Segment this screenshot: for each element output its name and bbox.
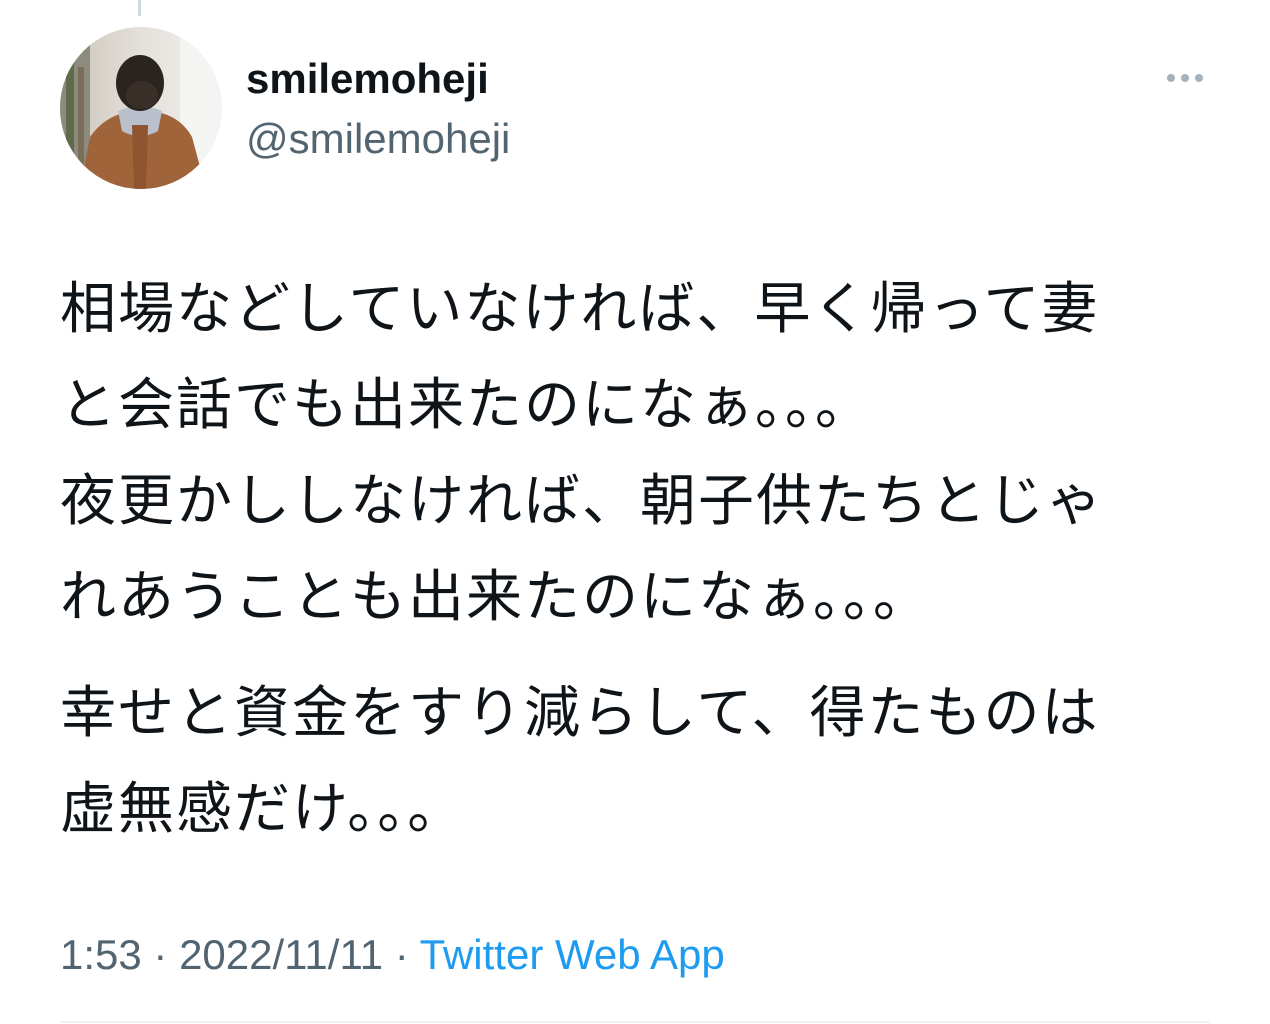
divider — [60, 1021, 1210, 1023]
tweet-source-link[interactable]: Twitter Web App — [420, 931, 725, 978]
profile-photo — [60, 27, 222, 189]
more-horizontal-icon — [1167, 74, 1203, 82]
tweet-metadata: 1:53 · 2022/11/11 · Twitter Web App — [60, 928, 725, 982]
meta-separator: · — [383, 931, 420, 978]
tweet-paragraph: 相場などしていなければ、早く帰って妻 と会話でも出来たのになぁ。。。 夜更かしし… — [60, 262, 1230, 646]
tweet-date[interactable]: 2022/11/11 — [179, 931, 383, 978]
tweet-line: 相場などしていなければ、早く帰って妻 — [60, 277, 1100, 342]
tweet-line: 幸せと資金をすり減らして、得たものは — [60, 681, 1100, 746]
tweet-paragraph: 幸せと資金をすり減らして、得たものは 虚無感だけ。。。 — [60, 666, 1230, 858]
tweet-line: と会話でも出来たのになぁ。。。 — [60, 373, 873, 438]
tweet-line: 夜更かししなければ、朝子供たちとじゃ — [60, 469, 1104, 534]
more-options-button[interactable] — [1158, 60, 1212, 96]
tweet-text: 相場などしていなければ、早く帰って妻 と会話でも出来たのになぁ。。。 夜更かしし… — [60, 262, 1230, 858]
meta-separator: · — [141, 931, 180, 978]
tweet-line: れあうことも出来たのになぁ。。。 — [60, 565, 931, 630]
tweet-line: 虚無感だけ。。。 — [60, 777, 466, 842]
author-handle[interactable]: @smilemoheji — [246, 112, 510, 166]
thread-connector-line — [138, 0, 141, 16]
avatar[interactable] — [60, 27, 222, 189]
author-display-name[interactable]: smilemoheji — [246, 52, 489, 106]
tweet-time[interactable]: 1:53 — [60, 931, 142, 978]
